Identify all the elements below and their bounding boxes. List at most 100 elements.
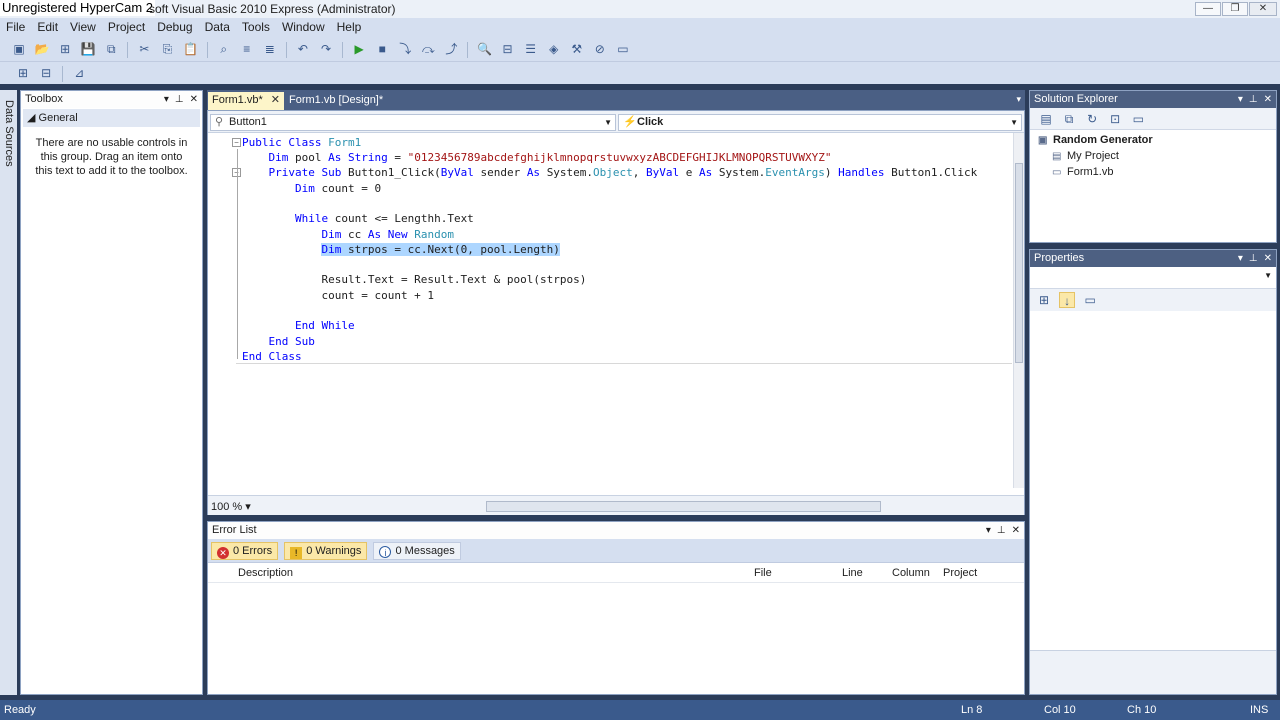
code-line[interactable]: End Class: [242, 349, 302, 364]
minimize-button[interactable]: —: [1195, 2, 1221, 16]
dropdown-icon[interactable]: ▾: [986, 525, 991, 536]
copy-icon[interactable]: ⎘: [160, 41, 176, 57]
dropdown-icon[interactable]: ▾: [1238, 94, 1243, 105]
menu-view[interactable]: View: [64, 18, 102, 37]
tree-item-form1[interactable]: ▭ Form1.vb: [1052, 165, 1113, 180]
data-sources-strip[interactable]: [0, 90, 17, 695]
close-icon[interactable]: ✕: [1264, 253, 1272, 264]
start-debugging-icon[interactable]: ▶: [351, 41, 367, 57]
code-line[interactable]: Dim count = 0: [242, 181, 381, 196]
uncomment-icon[interactable]: ≣: [262, 41, 278, 57]
menu-debug[interactable]: Debug: [151, 18, 198, 37]
stop-icon[interactable]: ■: [374, 41, 390, 57]
code-line[interactable]: Result.Text = Result.Text & pool(strpos): [242, 272, 586, 287]
code-line[interactable]: While count <= Lengthh.Text: [242, 211, 474, 226]
pin-icon[interactable]: ⊥: [175, 94, 184, 105]
column-description[interactable]: Description: [238, 567, 293, 579]
dropdown-icon[interactable]: ▾: [1238, 253, 1243, 264]
tab-order-icon[interactable]: ⊿: [71, 65, 87, 81]
step-into-icon[interactable]: ⤵: [397, 41, 413, 57]
size-to-grid-icon[interactable]: ⊟: [38, 65, 54, 81]
toolbox-group-general[interactable]: ◢ General: [23, 109, 200, 127]
comment-icon[interactable]: ≡: [239, 41, 255, 57]
error-list-icon[interactable]: ⊘: [592, 41, 608, 57]
alphabetical-icon[interactable]: ↓: [1059, 292, 1076, 308]
find-in-files-icon[interactable]: 🔍: [477, 41, 493, 57]
redo-icon[interactable]: ↷: [318, 41, 334, 57]
code-line[interactable]: End While: [242, 318, 355, 333]
column-project[interactable]: Project: [943, 567, 977, 579]
open-file-icon[interactable]: 📂: [34, 41, 50, 57]
tree-item-solution[interactable]: ▣ Random Generator: [1038, 133, 1153, 148]
scroll-thumb[interactable]: [1015, 163, 1023, 363]
solution-explorer-icon[interactable]: ⊟: [500, 41, 516, 57]
code-line[interactable]: Dim pool As String = "0123456789abcdefgh…: [242, 150, 832, 165]
tab-form1-design[interactable]: Form1.vb [Design]*: [285, 92, 387, 110]
step-out-icon[interactable]: ⤴: [443, 41, 459, 57]
zoom-level[interactable]: 100 % ▾: [211, 500, 251, 513]
maximize-button[interactable]: ❐: [1222, 2, 1248, 16]
code-line[interactable]: Dim strpos = cc.Next(0, pool.Length): [242, 242, 560, 257]
data-sources-label[interactable]: Data Sources: [1, 100, 15, 167]
show-all-files-icon[interactable]: ⧉: [1061, 111, 1077, 127]
code-line[interactable]: End Sub: [242, 334, 315, 349]
undo-icon[interactable]: ↶: [295, 41, 311, 57]
immediate-window-icon[interactable]: ▭: [615, 41, 631, 57]
menu-window[interactable]: Window: [276, 18, 331, 37]
menu-edit[interactable]: Edit: [31, 18, 64, 37]
column-column[interactable]: Column: [892, 567, 930, 579]
find-icon[interactable]: ⌕: [216, 41, 232, 57]
code-line[interactable]: Dim cc As New Random: [242, 227, 453, 242]
messages-filter-button[interactable]: i0 Messages: [373, 542, 461, 560]
warnings-filter-button[interactable]: ! 0 Warnings: [284, 542, 368, 560]
class-name-combo[interactable]: ⚲ Button1 ▼: [210, 114, 616, 131]
tree-item-my-project[interactable]: ▤ My Project: [1052, 149, 1119, 164]
column-line[interactable]: Line: [842, 567, 863, 579]
code-line[interactable]: Private Sub Button1_Click(ByVal sender A…: [242, 165, 978, 180]
property-pages-icon[interactable]: ▭: [1082, 292, 1098, 308]
close-icon[interactable]: ✕: [190, 94, 198, 105]
properties-object-combo[interactable]: ▼: [1030, 267, 1276, 289]
view-code-icon[interactable]: ⊡: [1107, 111, 1123, 127]
errors-filter-button[interactable]: ✕ 0 Errors: [211, 542, 279, 560]
cut-icon[interactable]: ✂: [136, 41, 152, 57]
menu-project[interactable]: Project: [102, 18, 151, 37]
close-window-button[interactable]: ✕: [1249, 2, 1277, 16]
save-all-icon[interactable]: ⧉: [103, 41, 119, 57]
properties-icon[interactable]: ▤: [1038, 111, 1054, 127]
vertical-scrollbar[interactable]: [1013, 133, 1024, 488]
refresh-icon[interactable]: ↻: [1084, 111, 1100, 127]
column-file[interactable]: File: [754, 567, 772, 579]
code-area[interactable]: Public Class Form1 Dim pool As String = …: [208, 135, 1014, 483]
object-browser-icon[interactable]: ◈: [546, 41, 562, 57]
align-grid-icon[interactable]: ⊞: [15, 65, 31, 81]
close-icon[interactable]: ✕: [1012, 525, 1020, 536]
active-files-dropdown-icon[interactable]: ▾: [1016, 94, 1021, 105]
paste-icon[interactable]: 📋: [183, 41, 199, 57]
dropdown-icon[interactable]: ▾: [164, 94, 169, 105]
close-tab-icon[interactable]: ✕: [271, 94, 280, 106]
horizontal-scroll-thumb[interactable]: [486, 501, 881, 512]
outline-collapse-icon[interactable]: −: [232, 138, 241, 147]
code-line[interactable]: count = count + 1: [242, 288, 434, 303]
method-name-combo[interactable]: ⚡ Click ▼: [618, 114, 1022, 131]
new-project-icon[interactable]: ▣: [11, 41, 27, 57]
close-icon[interactable]: ✕: [1264, 94, 1272, 105]
pin-icon[interactable]: ⊥: [1249, 253, 1258, 264]
toolbox-icon[interactable]: ⚒: [569, 41, 585, 57]
properties-window-icon[interactable]: ☰: [523, 41, 539, 57]
step-over-icon[interactable]: ⤼: [420, 41, 436, 57]
categorized-icon[interactable]: ⊞: [1036, 292, 1052, 308]
menu-tools[interactable]: Tools: [236, 18, 276, 37]
save-icon[interactable]: 💾: [80, 41, 96, 57]
view-designer-icon[interactable]: ▭: [1130, 111, 1146, 127]
menu-file[interactable]: File: [0, 18, 31, 37]
tab-form1-code[interactable]: Form1.vb* ✕: [208, 92, 284, 110]
menu-help[interactable]: Help: [331, 18, 368, 37]
menu-data[interactable]: Data: [199, 18, 236, 37]
add-item-icon[interactable]: ⊞: [57, 41, 73, 57]
code-editor[interactable]: ⚲ Button1 ▼ ⚡ Click ▼ Public Class Form1…: [207, 110, 1025, 515]
pin-icon[interactable]: ⊥: [1249, 94, 1258, 105]
pin-icon[interactable]: ⊥: [997, 525, 1006, 536]
code-line[interactable]: Public Class Form1: [242, 135, 361, 150]
